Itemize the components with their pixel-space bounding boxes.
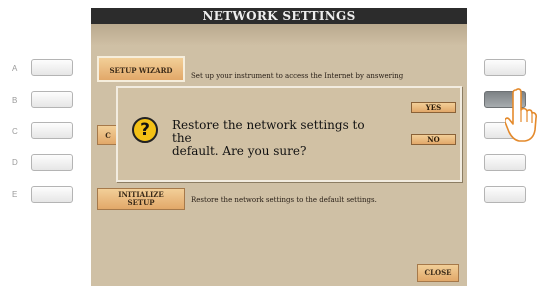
setup-wizard-label: SETUP WIZARD bbox=[109, 66, 173, 75]
panel-button-e[interactable] bbox=[31, 186, 73, 203]
initialize-setup-description: Restore the network settings to the defa… bbox=[191, 196, 377, 204]
dialog-message-line-2: default. Are you sure? bbox=[172, 144, 307, 158]
panel-button-f[interactable] bbox=[484, 59, 526, 76]
close-button[interactable]: CLOSE bbox=[417, 264, 459, 282]
title-shadow-stripe bbox=[91, 24, 467, 46]
page-title: NETWORK SETTINGS bbox=[91, 8, 467, 24]
yes-button[interactable]: YES bbox=[411, 102, 456, 113]
question-icon: ? bbox=[132, 117, 158, 143]
partially-hidden-label: C bbox=[105, 131, 111, 140]
panel-button-j[interactable] bbox=[484, 186, 526, 203]
panel-button-i[interactable] bbox=[484, 154, 526, 171]
side-label-a: A bbox=[12, 64, 18, 73]
side-label-c: C bbox=[12, 127, 18, 136]
panel-button-c[interactable] bbox=[31, 122, 73, 139]
dialog-message-line-1: Restore the network settings to the bbox=[172, 118, 365, 145]
dialog-message: Restore the network settings to the defa… bbox=[172, 119, 387, 158]
panel-button-a[interactable] bbox=[31, 59, 73, 76]
panel-button-d[interactable] bbox=[31, 154, 73, 171]
initialize-setup-button[interactable]: INITIALIZE SETUP bbox=[97, 188, 185, 210]
setup-wizard-description: Set up your instrument to access the Int… bbox=[191, 72, 404, 80]
setup-wizard-button[interactable]: SETUP WIZARD bbox=[97, 56, 185, 82]
no-button[interactable]: NO bbox=[411, 134, 456, 145]
confirm-dialog: ? Restore the network settings to the de… bbox=[116, 86, 462, 182]
side-label-e: E bbox=[12, 190, 18, 199]
side-label-b: B bbox=[12, 96, 18, 105]
panel-button-b[interactable] bbox=[31, 91, 73, 108]
initialize-setup-label-2: SETUP bbox=[127, 198, 155, 207]
pointing-hand-icon bbox=[505, 88, 537, 142]
side-label-d: D bbox=[12, 158, 18, 167]
instrument-screen: NETWORK SETTINGS SETUP WIZARD Set up you… bbox=[91, 8, 467, 286]
close-label: CLOSE bbox=[424, 268, 452, 277]
